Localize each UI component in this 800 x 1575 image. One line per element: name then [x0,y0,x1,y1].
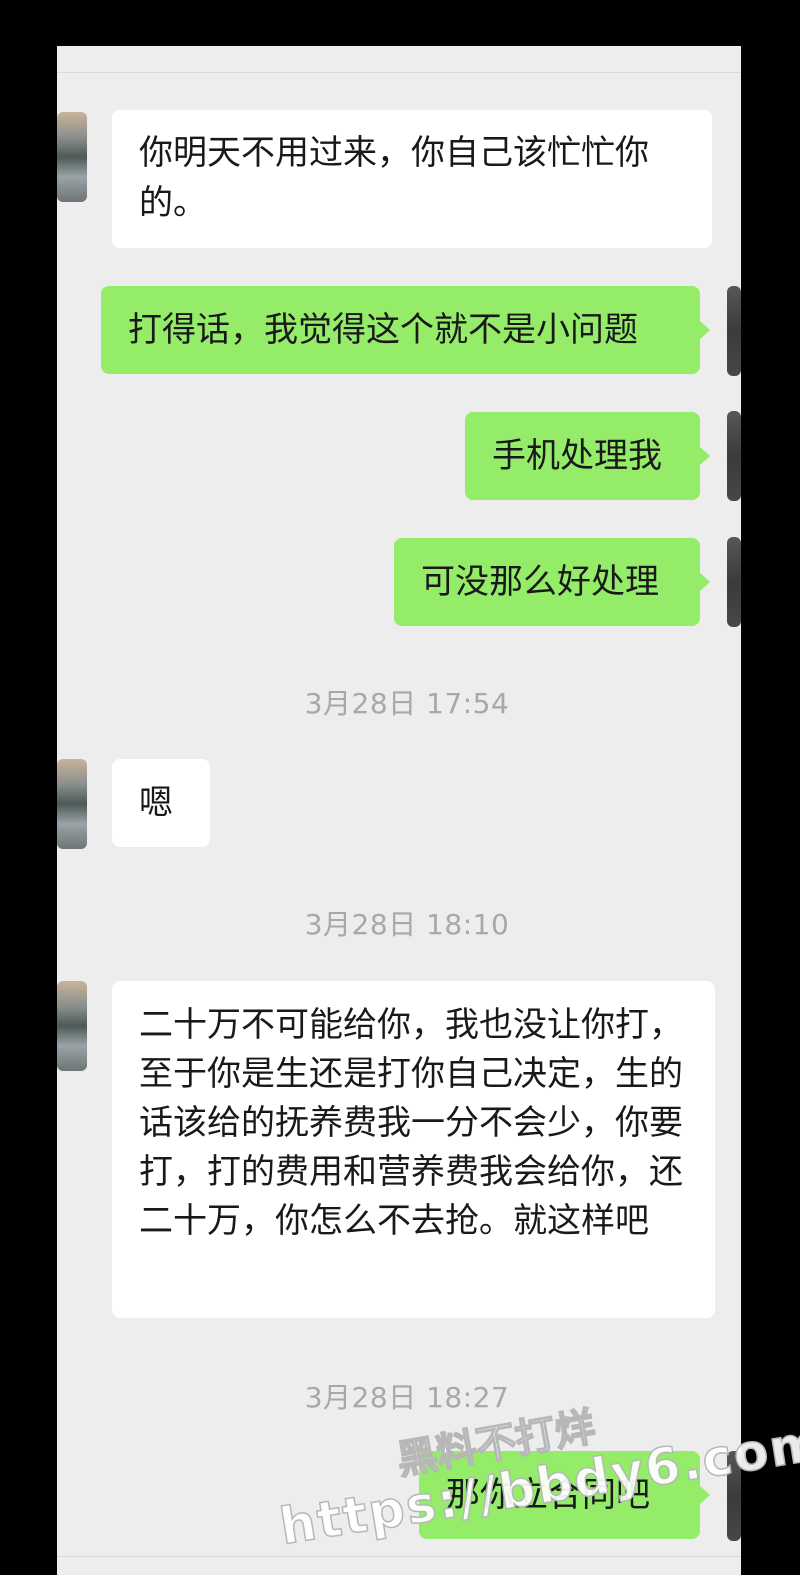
self-avatar[interactable] [727,411,741,501]
message-bubble-sent[interactable]: 手机处理我 [465,412,710,500]
contact-avatar[interactable] [57,759,87,849]
contact-avatar[interactable] [57,112,87,202]
contact-avatar[interactable] [57,981,87,1071]
chat-area[interactable]: 你明天不用过来，你自己该忙忙你的。 打得话，我觉得这个就不是小问题 手机处理我 … [57,46,741,1575]
header-divider [57,72,741,73]
message-bubble-sent[interactable]: 打得话，我觉得这个就不是小问题 [101,286,710,374]
self-avatar[interactable] [727,537,741,627]
self-avatar[interactable] [727,1451,741,1541]
message-bubble-sent[interactable]: 那你立合同吧 [419,1451,710,1539]
self-avatar[interactable] [727,286,741,376]
message-bubble-sent[interactable]: 可没那么好处理 [394,538,710,626]
timestamp: 3月28日 17:54 [304,687,510,720]
timestamp: 3月28日 18:27 [304,1381,510,1414]
message-bubble-received[interactable]: 二十万不可能给你，我也没让你打，至于你是生还是打你自己决定，生的话该给的抚养费我… [112,981,715,1318]
message-bubble-received[interactable]: 嗯 [112,759,210,847]
timestamp: 3月28日 18:10 [304,908,510,941]
input-divider [57,1556,741,1557]
message-bubble-received[interactable]: 你明天不用过来，你自己该忙忙你的。 [112,110,712,248]
